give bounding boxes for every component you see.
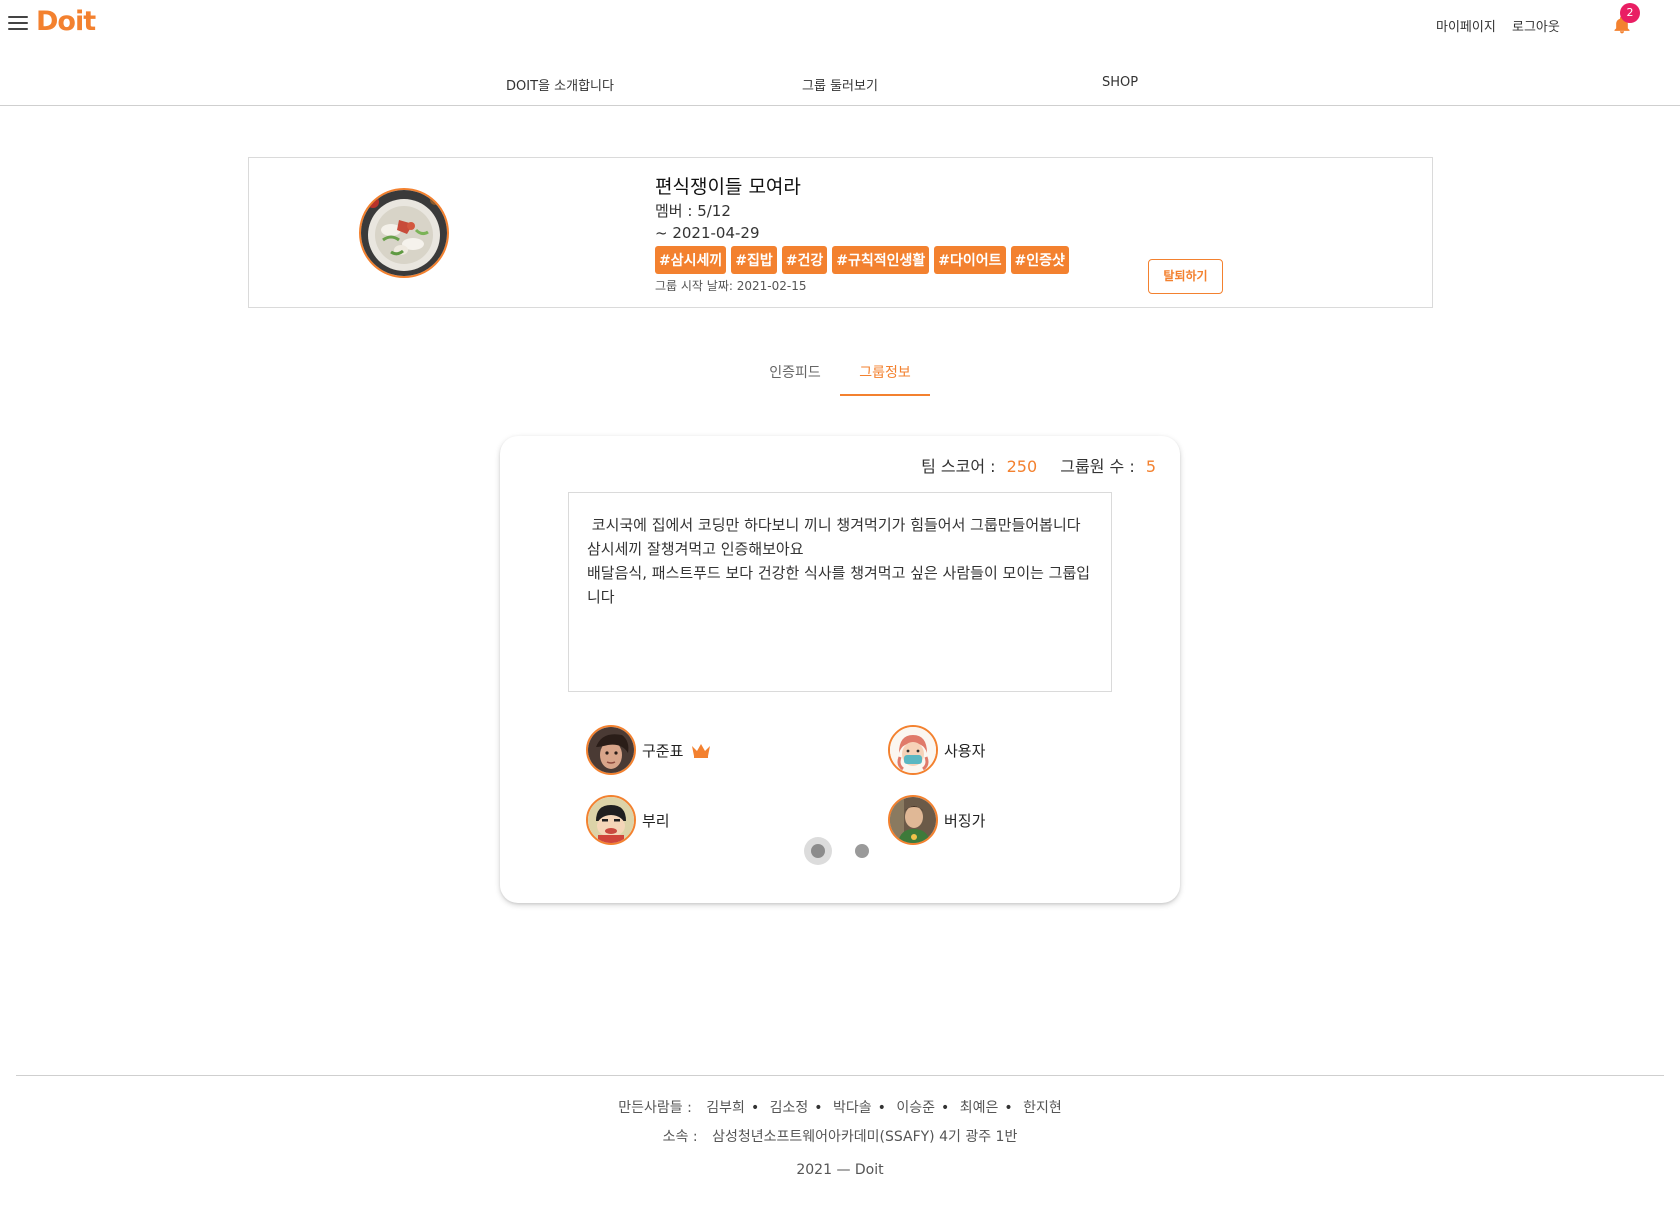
member-count-label: 그룹원 수 : [1060, 457, 1135, 476]
maker-name: 이승준 [896, 1100, 936, 1116]
score-row: 팀 스코어 : 250 그룹원 수 : 5 [921, 453, 1156, 477]
group-member-count: 멤버 : 5/12 [655, 202, 731, 220]
hamburger-menu-icon[interactable] [8, 16, 28, 34]
maker-name: 최예은 [959, 1100, 999, 1116]
affiliation-label: 소속 : [662, 1129, 698, 1145]
group-info-card: 팀 스코어 : 250 그룹원 수 : 5 코시국에 집에서 코딩만 하다보니 … [500, 436, 1180, 903]
tab-group-info[interactable]: 그룹정보 [840, 350, 930, 396]
member-item[interactable]: 버징가 [888, 794, 985, 846]
carousel-dot-1[interactable] [811, 844, 825, 858]
member-item[interactable]: 구준표 [586, 724, 711, 776]
carousel-dot-2[interactable] [855, 844, 869, 858]
logo[interactable]: Doit [36, 6, 96, 37]
tag-chip[interactable]: #삼시세끼 [655, 246, 727, 274]
tag-chip[interactable]: #규칙적인생활 [832, 246, 930, 274]
nav-item-shop[interactable]: SHOP [1102, 75, 1138, 90]
main-nav: DOIT을 소개합니다 그룹 둘러보기 SHOP [0, 52, 1680, 106]
maker-name: 박다솔 [833, 1100, 872, 1116]
member-count-value: 5 [1145, 457, 1156, 476]
member-item[interactable]: 사용자 [888, 724, 985, 776]
nav-item-browse-groups[interactable]: 그룹 둘러보기 [802, 75, 878, 94]
maker-name: 김소정 [769, 1100, 809, 1116]
tag-chip[interactable]: #집밥 [731, 246, 777, 274]
team-score-label: 팀 스코어 : [921, 457, 996, 476]
avatar [888, 725, 938, 775]
maker-name: 김부희 [706, 1100, 745, 1116]
nav-item-intro[interactable]: DOIT을 소개합니다 [506, 75, 614, 94]
logout-link[interactable]: 로그아웃 [1512, 16, 1560, 35]
top-bar: Doit 마이페이지 로그아웃 2 [0, 0, 1680, 52]
member-item[interactable]: 부리 [586, 794, 670, 846]
member-name: 사용자 [944, 741, 986, 760]
footer-divider [16, 1075, 1664, 1076]
affiliation-value: 삼성청년소프트웨어아카데미(SSAFY) 4기 광주 1반 [712, 1129, 1018, 1145]
member-name: 구준표 [642, 741, 684, 760]
group-end-date: ~ 2021-04-29 [655, 224, 760, 242]
notification-badge: 2 [1620, 3, 1640, 23]
footer-makers: 만든사람들 : 김부희 • 김소정 • 박다솔 • 이승준 • 최예은 • 한지현 [618, 1100, 1062, 1116]
footer-copyright: 2021 — Doit [796, 1162, 884, 1178]
group-tags: #삼시세끼 #집밥 #건강 #규칙적인생활 #다이어트 #인증샷 [655, 246, 1069, 274]
group-summary-card: 편식쟁이들 모여라 멤버 : 5/12 ~ 2021-04-29 #삼시세끼 #… [248, 157, 1433, 308]
tag-chip[interactable]: #인증샷 [1010, 246, 1069, 274]
team-score-value: 250 [1006, 457, 1038, 476]
member-name: 부리 [642, 811, 670, 830]
leave-group-button[interactable]: 탈퇴하기 [1148, 259, 1223, 294]
maker-name: 한지현 [1023, 1100, 1062, 1116]
avatar [586, 795, 636, 845]
makers-label: 만든사람들 : [618, 1100, 692, 1116]
tag-chip[interactable]: #다이어트 [934, 246, 1006, 274]
group-description: 코시국에 집에서 코딩만 하다보니 끼니 챙겨먹기가 힘들어서 그룹만들어봅니다… [568, 492, 1112, 692]
group-start-date: 그룹 시작 날짜: 2021-02-15 [655, 279, 807, 293]
group-title: 편식쟁이들 모여라 [655, 176, 801, 198]
crown-icon [692, 744, 711, 758]
avatar [888, 795, 938, 845]
group-thumbnail [359, 188, 449, 278]
avatar [586, 725, 636, 775]
my-page-link[interactable]: 마이페이지 [1436, 16, 1496, 35]
tab-verification-feed[interactable]: 인증피드 [750, 350, 840, 396]
member-name: 버징가 [944, 811, 986, 830]
footer-affiliation: 소속 : 삼성청년소프트웨어아카데미(SSAFY) 4기 광주 1반 [0, 1126, 1680, 1146]
tag-chip[interactable]: #건강 [781, 246, 828, 274]
